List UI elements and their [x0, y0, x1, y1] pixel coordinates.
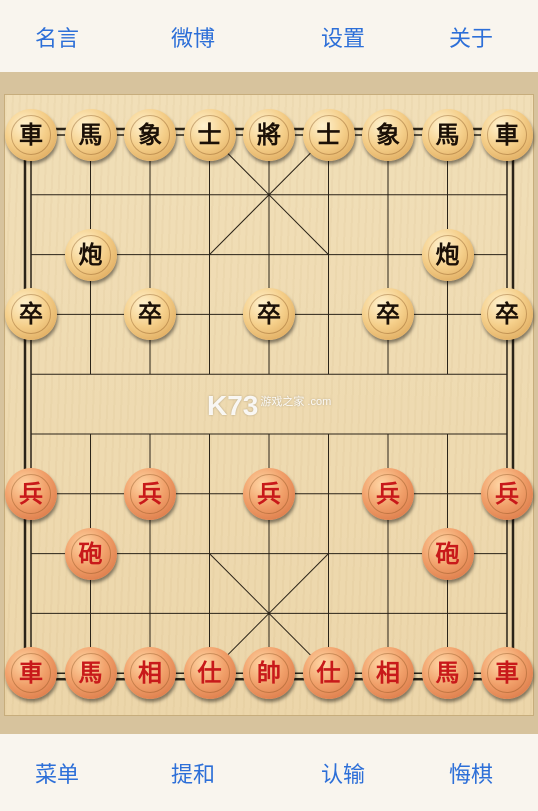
black-piece[interactable]: 將	[243, 109, 295, 161]
red-piece[interactable]: 砲	[421, 527, 474, 580]
piece-glyph: 炮	[78, 239, 103, 269]
black-piece[interactable]: 卒	[5, 288, 57, 341]
piece-glyph: 士	[316, 120, 341, 149]
piece-glyph: 馬	[435, 658, 460, 688]
black-piece[interactable]: 卒	[243, 288, 295, 341]
red-piece[interactable]: 馬	[421, 647, 474, 700]
piece-glyph: 炮	[435, 239, 460, 269]
undo-button[interactable]: 悔棋	[449, 757, 493, 789]
piece-glyph: 車	[19, 658, 43, 688]
piece-glyph: 兵	[376, 478, 400, 508]
bottom-menu-bar: 菜单 提和 认输 悔棋	[0, 734, 538, 811]
piece-glyph: 砲	[78, 538, 103, 568]
red-piece[interactable]: 馬	[64, 647, 117, 700]
piece-glyph: 象	[376, 120, 400, 149]
red-piece[interactable]: 車	[481, 647, 533, 700]
red-piece[interactable]: 兵	[124, 467, 176, 520]
piece-glyph: 兵	[138, 478, 162, 508]
watermark-brand: K73	[207, 390, 259, 421]
red-piece[interactable]: 仕	[183, 647, 236, 700]
piece-glyph: 砲	[435, 538, 460, 568]
site-watermark: K73 游戏之家 .com	[207, 390, 331, 422]
red-piece[interactable]: 兵	[481, 467, 533, 520]
piece-glyph: 卒	[495, 299, 519, 329]
resign-button[interactable]: 认输	[321, 757, 365, 789]
red-piece[interactable]: 相	[362, 647, 414, 700]
black-piece[interactable]: 馬	[421, 109, 474, 161]
piece-glyph: 兵	[257, 478, 281, 508]
piece-glyph: 兵	[19, 478, 43, 508]
piece-glyph: 馬	[78, 120, 103, 149]
piece-glyph: 象	[138, 120, 162, 149]
piece-glyph: 仕	[316, 658, 341, 688]
red-piece[interactable]: 砲	[64, 527, 117, 580]
black-piece[interactable]: 象	[124, 109, 176, 161]
piece-glyph: 馬	[435, 120, 460, 149]
black-piece[interactable]: 車	[5, 109, 57, 161]
piece-glyph: 相	[376, 658, 400, 688]
piece-glyph: 帥	[257, 658, 281, 688]
black-piece[interactable]: 士	[183, 109, 236, 161]
piece-glyph: 車	[19, 120, 43, 149]
black-piece[interactable]: 卒	[481, 288, 533, 341]
red-piece[interactable]: 帥	[243, 647, 295, 700]
red-piece[interactable]: 車	[5, 647, 57, 700]
black-piece[interactable]: 卒	[124, 288, 176, 341]
red-piece[interactable]: 相	[124, 647, 176, 700]
piece-glyph: 士	[197, 120, 222, 149]
red-piece[interactable]: 仕	[302, 647, 355, 700]
offer-draw-button[interactable]: 提和	[171, 757, 215, 789]
menu-button[interactable]: 菜单	[35, 757, 79, 789]
black-piece[interactable]: 象	[362, 109, 414, 161]
red-piece[interactable]: 兵	[243, 467, 295, 520]
piece-glyph: 車	[495, 658, 519, 688]
piece-glyph: 馬	[78, 658, 103, 688]
black-piece[interactable]: 士	[302, 109, 355, 161]
black-piece[interactable]: 炮	[421, 228, 474, 281]
piece-glyph: 卒	[19, 299, 43, 329]
red-piece[interactable]: 兵	[362, 467, 414, 520]
piece-glyph: 兵	[495, 478, 519, 508]
black-piece[interactable]: 車	[481, 109, 533, 161]
black-piece[interactable]: 卒	[362, 288, 414, 341]
red-piece[interactable]: 兵	[5, 467, 57, 520]
black-piece[interactable]: 炮	[64, 228, 117, 281]
watermark-sub: 游戏之家 .com	[260, 396, 332, 408]
piece-glyph: 卒	[376, 299, 400, 329]
piece-glyph: 車	[495, 120, 519, 149]
piece-glyph: 相	[138, 658, 162, 688]
piece-glyph: 將	[257, 120, 281, 149]
piece-glyph: 卒	[257, 299, 281, 329]
black-piece[interactable]: 馬	[64, 109, 117, 161]
piece-glyph: 仕	[197, 658, 222, 688]
piece-glyph: 卒	[138, 299, 162, 329]
